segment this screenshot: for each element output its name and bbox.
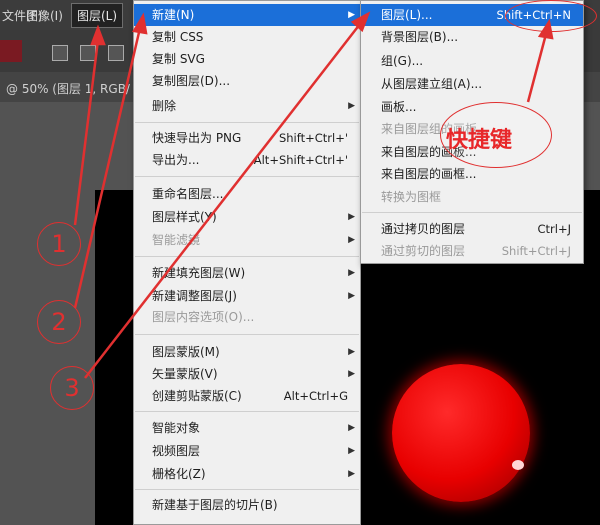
menu-item-label: 重命名图层... <box>152 187 224 201</box>
color-swatch[interactable] <box>0 40 22 62</box>
menu-item-label: 新建填充图层(W) <box>152 266 246 280</box>
menu-item-label: 创建剪贴蒙版(C) <box>152 389 242 403</box>
menu-item-label: 通过拷贝的图层 <box>381 222 466 236</box>
menu-item-shortcut: Shift+Ctrl+' <box>278 131 348 145</box>
menu-item-label: 图层样式(Y) <box>152 210 217 224</box>
red-ball-image <box>392 364 530 502</box>
menu-item-label: 矢量蒙版(V) <box>152 367 218 381</box>
menu-item-new-fill-layer[interactable]: 新建填充图层(W) ▶ <box>134 262 360 284</box>
menu-item-video-layer[interactable]: 视频图层 ▶ <box>134 440 360 462</box>
menu-item-shortcut: Alt+Ctrl+G <box>283 389 348 403</box>
menu-item-export-as[interactable]: 导出为... Alt+Shift+Ctrl+' <box>134 149 360 171</box>
menu-item-copy-css[interactable]: 复制 CSS <box>134 26 360 48</box>
step-marker: 1 <box>37 222 81 266</box>
layer-option-icon[interactable] <box>52 45 68 61</box>
menu-item-layer-content-options[interactable]: 图层内容选项(O)... <box>134 306 360 328</box>
menu-separator <box>135 176 359 177</box>
menu-item-label: 背景图层(B)... <box>381 30 459 44</box>
layer-option-icon[interactable] <box>108 45 124 61</box>
menu-item-new-adjustment-layer[interactable]: 新建调整图层(J) ▶ <box>134 285 360 307</box>
submenu-item-convert-to-frame[interactable]: 转换为图框 <box>361 186 583 208</box>
menu-item-vector-mask[interactable]: 矢量蒙版(V) ▶ <box>134 363 360 385</box>
menu-separator <box>135 256 359 257</box>
submenu-arrow-icon: ▶ <box>348 423 355 433</box>
shortcut-highlight-oval <box>505 0 597 32</box>
submenu-item-group-from-layers[interactable]: 从图层建立组(A)... <box>361 73 583 95</box>
submenu-arrow-icon: ▶ <box>348 235 355 245</box>
submenu-arrow-icon: ▶ <box>348 10 355 20</box>
layer-menu: 新建(N) ▶ 复制 CSS 复制 SVG 复制图层(D)... 删除 ▶ 快速… <box>133 0 361 525</box>
menu-item-shortcut: Shift+Ctrl+J <box>501 244 571 258</box>
menu-item-label: 画板... <box>381 100 417 114</box>
menu-item-label: 删除 <box>152 99 177 113</box>
menu-item-rename-layer[interactable]: 重命名图层... <box>134 183 360 205</box>
submenu-arrow-icon: ▶ <box>348 369 355 379</box>
menu-item-shortcut: Alt+Shift+Ctrl+' <box>253 153 348 167</box>
submenu-item-layer-via-copy[interactable]: 通过拷贝的图层 Ctrl+J <box>361 218 583 240</box>
menu-separator <box>135 334 359 335</box>
menu-item-smart-filter[interactable]: 智能滤镜 ▶ <box>134 229 360 251</box>
menu-item-label: 从图层建立组(A)... <box>381 77 483 91</box>
menu-image[interactable]: 图像(I) <box>26 7 63 24</box>
menu-item-label: 图层(L)... <box>381 8 433 22</box>
submenu-arrow-icon: ▶ <box>348 291 355 301</box>
menu-item-label: 视频图层 <box>152 444 201 458</box>
menu-item-smart-object[interactable]: 智能对象 ▶ <box>134 417 360 439</box>
menu-separator <box>135 489 359 490</box>
menu-item-label: 图层内容选项(O)... <box>152 310 255 324</box>
menu-item-layer-mask[interactable]: 图层蒙版(M) ▶ <box>134 341 360 363</box>
shortcut-note: 快捷键 <box>446 128 513 153</box>
submenu-item-group[interactable]: 组(G)... <box>361 50 583 72</box>
menu-item-label: 新建(N) <box>152 8 195 22</box>
step-marker: 2 <box>37 300 81 344</box>
menu-item-duplicate-layer[interactable]: 复制图层(D)... <box>134 70 360 92</box>
submenu-arrow-icon: ▶ <box>348 212 355 222</box>
menu-item-label: 快速导出为 PNG <box>152 131 242 145</box>
menu-item-label: 组(G)... <box>381 54 424 68</box>
menu-separator <box>135 411 359 412</box>
submenu-arrow-icon: ▶ <box>348 446 355 456</box>
menu-item-label: 导出为... <box>152 153 200 167</box>
menu-layer[interactable]: 图层(L) <box>71 3 124 28</box>
menu-item-label: 智能对象 <box>152 421 201 435</box>
menu-item-delete[interactable]: 删除 ▶ <box>134 95 360 117</box>
step-marker: 3 <box>50 366 94 410</box>
submenu-item-frame-from-layers[interactable]: 来自图层的画框... <box>361 163 583 185</box>
menu-item-label: 复制 SVG <box>152 52 205 66</box>
layer-option-icon[interactable] <box>80 45 96 61</box>
menu-item-rasterize[interactable]: 栅格化(Z) ▶ <box>134 463 360 485</box>
menu-separator <box>135 122 359 123</box>
submenu-arrow-icon: ▶ <box>348 268 355 278</box>
menu-item-label: 新建调整图层(J) <box>152 289 237 303</box>
menu-item-copy-svg[interactable]: 复制 SVG <box>134 48 360 70</box>
menu-item-label: 通过剪切的图层 <box>381 244 466 258</box>
menu-item-label: 复制图层(D)... <box>152 74 231 88</box>
menu-item-new[interactable]: 新建(N) ▶ <box>134 4 360 26</box>
menu-item-label: 新建基于图层的切片(B) <box>152 498 278 512</box>
submenu-arrow-icon: ▶ <box>348 469 355 479</box>
menu-item-label: 转换为图框 <box>381 190 442 204</box>
submenu-arrow-icon: ▶ <box>348 101 355 111</box>
menu-item-quick-export-png[interactable]: 快速导出为 PNG Shift+Ctrl+' <box>134 127 360 149</box>
menu-item-label: 图层蒙版(M) <box>152 345 220 359</box>
ball-highlight <box>512 460 524 470</box>
document-tab[interactable]: @ 50% (图层 1, RGB/ <box>6 80 130 97</box>
menu-separator <box>362 212 582 213</box>
menu-item-label: 复制 CSS <box>152 30 204 44</box>
menu-item-layer-style[interactable]: 图层样式(Y) ▶ <box>134 206 360 228</box>
submenu-arrow-icon: ▶ <box>348 347 355 357</box>
menu-item-create-clipping-mask[interactable]: 创建剪贴蒙版(C) Alt+Ctrl+G <box>134 385 360 407</box>
menu-item-shortcut: Ctrl+J <box>537 222 572 236</box>
menu-item-new-layer-based-slice[interactable]: 新建基于图层的切片(B) <box>134 494 360 516</box>
menu-item-label: 栅格化(Z) <box>152 467 206 481</box>
submenu-item-layer-via-cut[interactable]: 通过剪切的图层 Shift+Ctrl+J <box>361 240 583 262</box>
menu-item-label: 来自图层的画框... <box>381 167 477 181</box>
menu-item-label: 智能滤镜 <box>152 233 201 247</box>
